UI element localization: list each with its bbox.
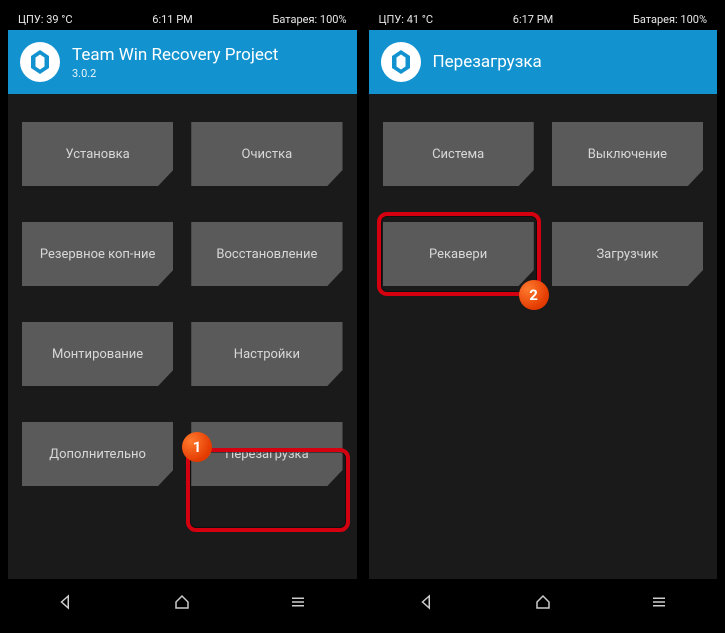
statusbar-time: 6:11 PM (152, 13, 192, 26)
callout-badge: 2 (519, 280, 549, 310)
reboot-recovery-button[interactable]: Рекавери (383, 222, 534, 286)
statusbar-battery: Батарея: 100% (272, 13, 346, 26)
reboot-menu-grid: Система Выключение Рекавери Загрузчик (369, 94, 718, 579)
nav-recent-icon[interactable] (624, 587, 694, 617)
phone-right: ЦПУ: 41 °C 6:17 PM Батарея: 100% Перезаг… (369, 8, 718, 625)
backup-button[interactable]: Резервное коп-ние (22, 222, 173, 286)
header-title: Перезагрузка (433, 52, 542, 72)
nav-back-icon[interactable] (392, 587, 462, 617)
statusbar-battery: Батарея: 100% (633, 13, 707, 26)
main-menu-grid: Установка Очистка Резервное коп-ние Восс… (8, 94, 357, 579)
header: Перезагрузка (369, 30, 718, 94)
install-button[interactable]: Установка (22, 122, 173, 186)
restore-button[interactable]: Восстановление (191, 222, 342, 286)
reboot-button[interactable]: Перезагрузка (191, 422, 342, 486)
statusbar-cpu: ЦПУ: 41 °C (379, 13, 434, 26)
navbar (8, 579, 357, 625)
statusbar: ЦПУ: 41 °C 6:17 PM Батарея: 100% (369, 8, 718, 30)
wipe-button[interactable]: Очистка (191, 122, 342, 186)
twrp-logo-icon (381, 42, 421, 82)
nav-home-icon[interactable] (147, 587, 217, 617)
statusbar-cpu: ЦПУ: 39 °C (18, 13, 73, 26)
statusbar: ЦПУ: 39 °C 6:11 PM Батарея: 100% (8, 8, 357, 30)
advanced-button[interactable]: Дополнительно (22, 422, 173, 486)
callout-badge: 1 (182, 432, 212, 462)
header: Team Win Recovery Project 3.0.2 (8, 30, 357, 94)
header-subtitle: 3.0.2 (72, 67, 278, 80)
statusbar-time: 6:17 PM (513, 13, 553, 26)
reboot-system-button[interactable]: Система (383, 122, 534, 186)
reboot-bootloader-button[interactable]: Загрузчик (552, 222, 703, 286)
navbar (369, 579, 718, 625)
twrp-logo-icon (20, 42, 60, 82)
nav-back-icon[interactable] (31, 587, 101, 617)
nav-home-icon[interactable] (508, 587, 578, 617)
phone-left: ЦПУ: 39 °C 6:11 PM Батарея: 100% Team Wi… (8, 8, 357, 625)
settings-button[interactable]: Настройки (191, 322, 342, 386)
nav-recent-icon[interactable] (263, 587, 333, 617)
poweroff-button[interactable]: Выключение (552, 122, 703, 186)
header-title: Team Win Recovery Project (72, 45, 278, 65)
mount-button[interactable]: Монтирование (22, 322, 173, 386)
